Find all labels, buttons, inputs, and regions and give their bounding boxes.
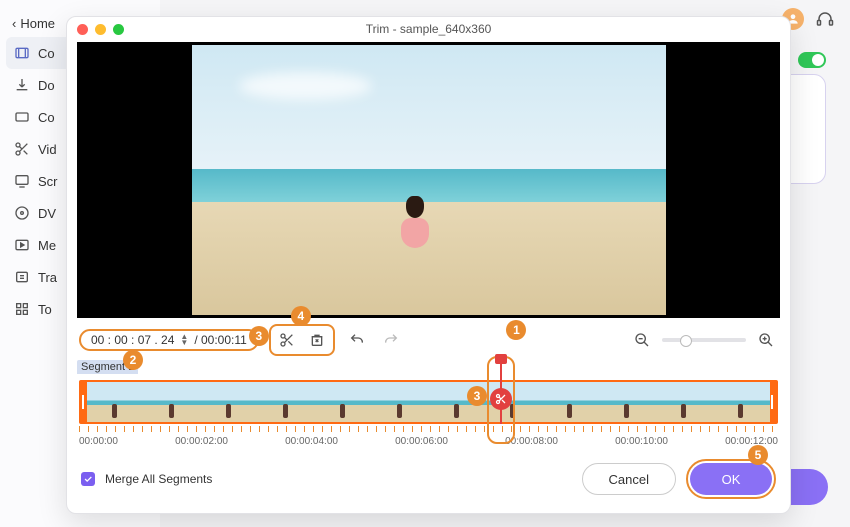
download-icon: [14, 77, 30, 93]
window-controls: [77, 24, 124, 35]
timeline-area: 2 Segment 1 3 00:00:00 00:00:02:00 00:00…: [67, 356, 790, 447]
disc-icon: [14, 205, 30, 221]
trim-dialog: Trim - sample_640x360 00 : 00 : 07 . 24 …: [66, 16, 791, 514]
playhead[interactable]: 3: [487, 356, 515, 444]
dialog-titlebar: Trim - sample_640x360: [67, 17, 790, 40]
cancel-button[interactable]: Cancel: [582, 463, 676, 495]
cut-delete-group: [269, 324, 335, 356]
controls-row: 00 : 00 : 07 . 24 ▲▼ / 00:00:11 4 3 1: [67, 318, 790, 356]
annotation-badge-3a: 3: [249, 326, 269, 346]
trim-handle-right[interactable]: [770, 382, 776, 422]
annotation-badge-2: 2: [123, 350, 143, 370]
dialog-footer: Merge All Segments Cancel 5 OK: [67, 447, 790, 513]
support-icon[interactable]: [814, 8, 836, 30]
film-icon: [14, 45, 30, 61]
grid-icon: [14, 301, 30, 317]
merge-label: Merge All Segments: [105, 472, 212, 486]
chevron-left-icon: ‹: [12, 16, 16, 31]
timeline-ruler: 00:00:00 00:00:02:00 00:00:04:00 00:00:0…: [79, 432, 778, 447]
back-label: Home: [20, 16, 55, 31]
annotation-badge-3b: 3: [467, 386, 487, 406]
media-icon: [14, 237, 30, 253]
ok-button-highlight: 5 OK: [686, 459, 776, 499]
transfer-icon: [14, 269, 30, 285]
total-time: / 00:00:11: [194, 333, 247, 347]
timeline-track[interactable]: [79, 380, 778, 424]
feature-toggle[interactable]: [798, 52, 826, 68]
timecode-input[interactable]: 00 : 00 : 07 . 24 ▲▼ / 00:00:11: [79, 329, 259, 351]
delete-segment-button[interactable]: [305, 328, 329, 352]
video-preview[interactable]: [77, 42, 780, 318]
preview-frame: [192, 45, 666, 315]
zoom-slider[interactable]: [662, 338, 746, 342]
zoom-out-button[interactable]: [630, 328, 654, 352]
playhead-marker-icon: [495, 354, 507, 364]
dialog-title: Trim - sample_640x360: [366, 22, 492, 36]
redo-button[interactable]: [379, 328, 403, 352]
zoom-in-button[interactable]: [754, 328, 778, 352]
playhead-scissors-icon[interactable]: [490, 388, 512, 410]
scissors-icon: [14, 141, 30, 157]
annotation-badge-4: 4: [291, 306, 311, 326]
undo-button[interactable]: [345, 328, 369, 352]
zoom-controls: [630, 328, 778, 352]
maximize-window-icon[interactable]: [113, 24, 124, 35]
annotation-badge-5: 5: [748, 445, 768, 465]
current-time: 00 : 00 : 07 . 24: [91, 333, 174, 347]
timeline-thumbnails: [87, 382, 770, 422]
ok-button[interactable]: OK: [690, 463, 772, 495]
time-stepper[interactable]: ▲▼: [180, 334, 188, 346]
annotation-badge-1: 1: [506, 320, 526, 340]
minimize-window-icon[interactable]: [95, 24, 106, 35]
compress-icon: [14, 109, 30, 125]
close-window-icon[interactable]: [77, 24, 88, 35]
screen-icon: [14, 173, 30, 189]
cut-button[interactable]: [275, 328, 299, 352]
merge-checkbox[interactable]: [81, 472, 95, 486]
